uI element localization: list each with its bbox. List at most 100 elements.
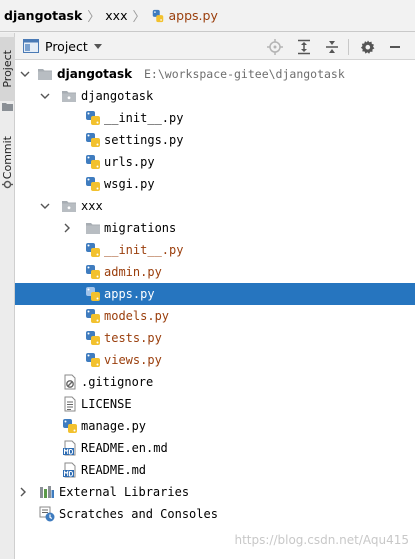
python-file-icon <box>86 309 100 323</box>
folder-icon <box>2 103 13 111</box>
tree-row-file[interactable]: settings.py <box>15 129 415 151</box>
tree-row-external-libraries[interactable]: External Libraries <box>15 481 415 503</box>
hide-panel-button[interactable] <box>387 39 403 55</box>
python-file-icon <box>86 331 100 345</box>
tree-label-file: README.en.md <box>81 441 168 455</box>
tree-row-file[interactable]: __init__.py <box>15 107 415 129</box>
tree-label-scratches: Scratches and Consoles <box>59 507 218 521</box>
tree-label-file: LICENSE <box>81 397 132 411</box>
markdown-file-icon <box>63 440 76 456</box>
project-tool-tab-label: Project <box>1 50 14 88</box>
library-icon <box>40 486 54 498</box>
settings-button[interactable] <box>360 39 376 55</box>
locate-icon <box>267 39 283 55</box>
tree-row-file[interactable]: __init__.py <box>15 239 415 261</box>
tree-row-file-selected[interactable]: apps.py <box>15 283 415 305</box>
python-file-icon <box>86 155 100 169</box>
python-file-icon <box>63 419 77 433</box>
tree-label-external-libraries: External Libraries <box>59 485 190 499</box>
project-tool-tab[interactable]: Project <box>0 37 15 101</box>
breadcrumb: djangotask 〉 xxx 〉 apps.py <box>0 0 415 32</box>
tree-row-root[interactable]: djangotask E:\workspace-gitee\djangotask <box>15 63 415 85</box>
tree-row-file[interactable]: tests.py <box>15 327 415 349</box>
python-file-icon <box>86 265 100 279</box>
chevron-down-icon <box>93 43 102 49</box>
expand-all-button[interactable] <box>296 39 312 55</box>
tree-label-file: views.py <box>104 353 162 367</box>
hide-icon <box>390 46 400 48</box>
tree-row-file[interactable]: README.en.md <box>15 437 415 459</box>
python-file-icon <box>86 353 100 367</box>
tree-label-package: djangotask <box>81 89 154 103</box>
package-folder-icon <box>62 91 76 102</box>
tree-label-file: .gitignore <box>81 375 154 389</box>
breadcrumb-file[interactable]: apps.py <box>151 8 218 23</box>
project-window-icon <box>23 39 39 53</box>
tree-row-scratches[interactable]: Scratches and Consoles <box>15 503 415 525</box>
tree-label-file: __init__.py <box>104 243 184 257</box>
tree-row-file[interactable]: models.py <box>15 305 415 327</box>
tree-row-file[interactable]: README.md <box>15 459 415 481</box>
project-view-title: Project <box>45 38 88 54</box>
tree-row-folder[interactable]: migrations <box>15 217 415 239</box>
project-panel-header: Project <box>15 33 415 60</box>
python-file-icon <box>86 177 100 191</box>
breadcrumb-project[interactable]: djangotask <box>4 8 82 23</box>
project-panel: Project djangotask E:\workspace-gitee\dj… <box>15 33 415 559</box>
commit-tool-tab-label: Commit <box>1 136 14 180</box>
tree-label-folder: migrations <box>104 221 177 235</box>
tree-label-file: admin.py <box>104 265 162 279</box>
tree-row-file[interactable]: admin.py <box>15 261 415 283</box>
tree-label-file: settings.py <box>104 133 184 147</box>
watermark: https://blog.csdn.net/Aqu415 <box>234 533 410 547</box>
gear-icon <box>360 40 375 54</box>
folder-icon <box>86 223 100 234</box>
tree-label-file: manage.py <box>81 419 147 433</box>
tree-label-file: README.md <box>81 463 147 477</box>
chevron-down-icon[interactable] <box>40 91 50 101</box>
breadcrumb-separator-icon: 〉 <box>87 10 101 25</box>
tree-root-path: E:\workspace-gitee\djangotask <box>144 67 345 81</box>
tree-row-file[interactable]: wsgi.py <box>15 173 415 195</box>
python-file-icon <box>86 287 100 301</box>
gitignore-file-icon <box>64 374 76 390</box>
tree-label-package: xxx <box>81 199 103 213</box>
python-file-icon <box>86 133 100 147</box>
toolbar-divider <box>348 39 349 55</box>
tree-label-file: wsgi.py <box>104 177 155 191</box>
locate-button[interactable] <box>267 39 283 55</box>
tree-row-file[interactable]: manage.py <box>15 415 415 437</box>
chevron-down-icon[interactable] <box>40 201 50 211</box>
project-view-selector[interactable]: Project <box>15 33 102 59</box>
collapse-all-icon <box>326 41 338 53</box>
python-file-icon <box>86 111 100 125</box>
tree-label-file: urls.py <box>104 155 155 169</box>
tree-row-package[interactable]: djangotask <box>15 85 415 107</box>
tree-label-file: models.py <box>104 309 170 323</box>
tree-row-file[interactable]: LICENSE <box>15 393 415 415</box>
tree-row-file[interactable]: views.py <box>15 349 415 371</box>
tree-row-package[interactable]: xxx <box>15 195 415 217</box>
chevron-right-icon[interactable] <box>62 223 72 233</box>
collapse-all-button[interactable] <box>324 39 340 55</box>
markdown-file-icon <box>63 462 76 478</box>
python-file-icon <box>152 9 163 22</box>
package-folder-icon <box>62 201 76 212</box>
breadcrumb-folder[interactable]: xxx <box>105 8 127 23</box>
commit-icon <box>2 180 13 189</box>
tree-row-file[interactable]: .gitignore <box>15 371 415 393</box>
tool-window-strip: Project Commit <box>0 33 15 559</box>
tree-label-root: djangotask <box>57 67 133 81</box>
tree-label-file: apps.py <box>104 287 155 301</box>
tree-row-file[interactable]: urls.py <box>15 151 415 173</box>
chevron-right-icon[interactable] <box>18 487 28 497</box>
folder-icon <box>38 69 52 80</box>
chevron-down-icon[interactable] <box>20 69 30 79</box>
tree-label-file: __init__.py <box>104 111 184 125</box>
breadcrumb-separator-icon: 〉 <box>132 10 146 25</box>
expand-all-icon <box>298 39 310 55</box>
text-file-icon <box>64 396 76 412</box>
python-file-icon <box>86 243 100 257</box>
tree-label-file: tests.py <box>104 331 162 345</box>
scratches-icon <box>39 506 55 522</box>
